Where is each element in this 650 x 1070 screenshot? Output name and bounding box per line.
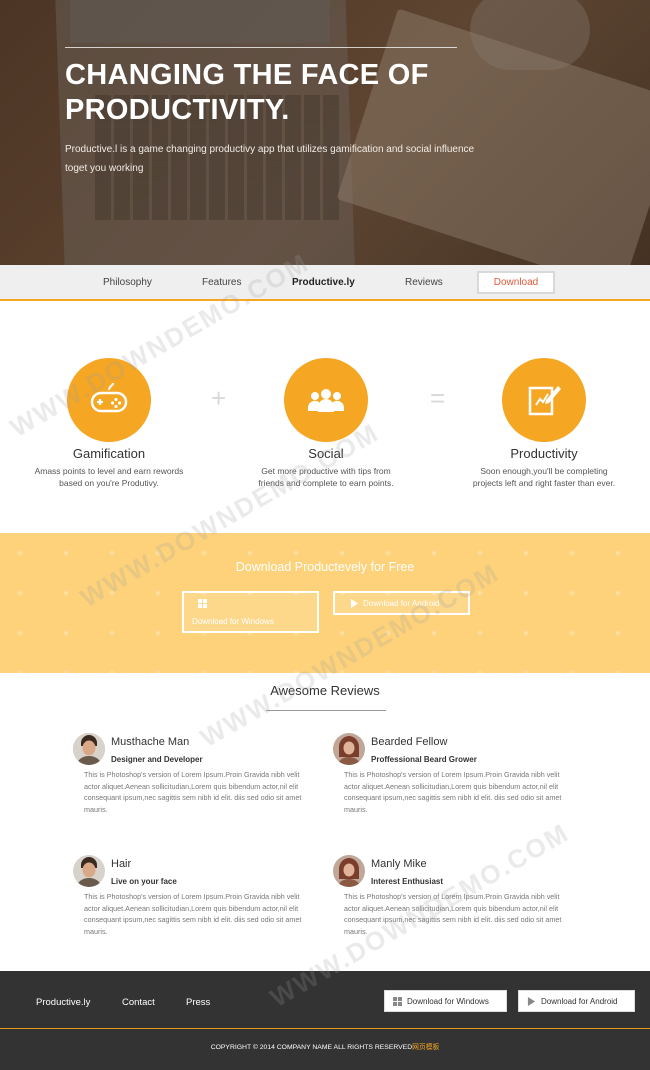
review-role: Interest Enthusiast xyxy=(371,877,444,886)
nav-item-philosophy[interactable]: Philosophy xyxy=(103,265,152,301)
band-android-button[interactable]: Download for Android xyxy=(333,591,470,615)
play-store-icon xyxy=(350,599,359,608)
download-band: Download Productevely for Free xyxy=(0,533,650,673)
footer-divider xyxy=(0,1028,650,1029)
nav-download-button[interactable]: Download xyxy=(477,271,555,294)
person-avatar-icon xyxy=(333,733,365,765)
copyright-accent[interactable]: 网页模板 xyxy=(412,1044,439,1051)
edit-note-icon xyxy=(528,386,561,416)
footer-link-productively[interactable]: Productive.ly xyxy=(36,997,90,1008)
avatar xyxy=(73,855,105,887)
footer xyxy=(0,971,650,1070)
footer-windows-button[interactable]: Download for Windows xyxy=(384,990,507,1012)
copyright: COPYRIGHT © 2014 COMPANY NAME ALL RIGHTS… xyxy=(0,1041,650,1051)
nav-item-features[interactable]: Features xyxy=(202,265,241,301)
person-avatar-icon xyxy=(333,855,365,887)
copyright-text: COPYRIGHT © 2014 COMPANY NAME ALL RIGHTS… xyxy=(210,1044,413,1051)
review-role: Designer and Developer xyxy=(111,755,203,764)
nav-item-productively[interactable]: Productive.ly xyxy=(292,265,355,301)
feature-title-social: Social xyxy=(308,446,344,461)
review-name: Hair xyxy=(111,858,132,870)
hero-divider xyxy=(65,47,457,48)
review-text: This is Photoshop's version of Lorem Ips… xyxy=(84,770,302,814)
download-band-title: Download Productevely for Free xyxy=(235,560,415,574)
review-name: Bearded Fellow xyxy=(371,736,448,748)
main-nav: Philosophy Features Productive.ly Review… xyxy=(0,265,650,301)
person-avatar-icon xyxy=(73,855,105,887)
band-pattern xyxy=(0,533,650,673)
reviews-divider xyxy=(266,710,386,711)
band-windows-button[interactable]: Download for Windows xyxy=(182,591,319,633)
review-text: This is Photoshop's version of Lorem Ips… xyxy=(344,770,562,814)
hero-overlay xyxy=(0,0,650,265)
feature-desc-social: Get more productive with tips from frien… xyxy=(258,466,394,488)
footer-android-label: Download for Android xyxy=(541,997,618,1006)
gamepad-icon xyxy=(90,382,128,413)
avatar xyxy=(333,733,365,765)
feature-desc-productivity: Soon enough,you'll be completing project… xyxy=(472,466,616,488)
footer-windows-label: Download for Windows xyxy=(407,997,489,1006)
footer-link-contact[interactable]: Contact xyxy=(122,997,155,1008)
people-icon xyxy=(308,389,344,412)
band-android-label: Download for Android xyxy=(363,599,440,608)
reviews-title: Awesome Reviews xyxy=(270,683,380,698)
review-name: Manly Mike xyxy=(371,858,427,870)
productivity-circle xyxy=(502,358,586,442)
hero-title: CHANGING THE FACE OF PRODUCTIVITY. xyxy=(65,59,429,126)
review-name: Musthache Man xyxy=(111,736,190,748)
hero-description: Productive.l is a game changing producti… xyxy=(65,144,475,174)
footer-link-press[interactable]: Press xyxy=(186,997,210,1008)
avatar xyxy=(73,733,105,765)
plus-sign: + xyxy=(211,383,227,413)
equals-sign: = xyxy=(430,383,446,413)
social-circle xyxy=(284,358,368,442)
feature-desc-gamification: Amass points to level and earn rewords b… xyxy=(34,466,184,488)
nav-item-reviews[interactable]: Reviews xyxy=(405,265,443,301)
windows-icon xyxy=(393,997,402,1006)
review-text: This is Photoshop's version of Lorem Ips… xyxy=(84,892,302,936)
feature-title-productivity: Productivity xyxy=(510,446,578,461)
band-windows-label: Download for Windows xyxy=(192,617,274,626)
gamification-circle xyxy=(67,358,151,442)
hero-banner: CHANGING THE FACE OF PRODUCTIVITY. Produ… xyxy=(0,0,650,265)
windows-icon xyxy=(198,599,207,608)
review-role: Live on your face xyxy=(111,877,177,886)
avatar xyxy=(333,855,365,887)
review-role: Proffessional Beard Grower xyxy=(371,755,477,764)
review-text: This is Photoshop's version of Lorem Ips… xyxy=(344,892,562,936)
footer-android-button[interactable]: Download for Android xyxy=(518,990,635,1012)
play-store-icon xyxy=(527,997,536,1006)
feature-title-gamification: Gamification xyxy=(72,446,146,461)
person-avatar-icon xyxy=(73,733,105,765)
